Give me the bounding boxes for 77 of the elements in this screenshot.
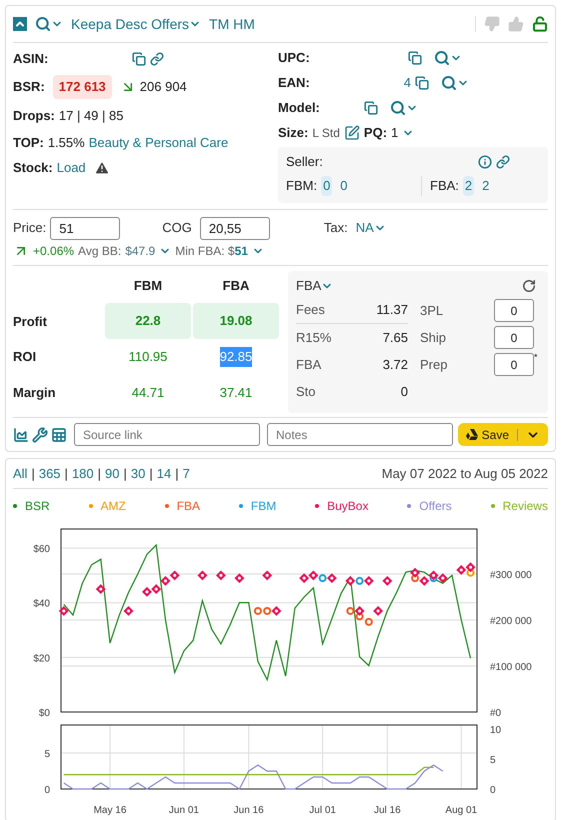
avg-bb-label: Avg BB:	[78, 243, 122, 260]
price-label: Price:	[13, 219, 46, 238]
table-cell-text: 110.95	[128, 348, 168, 366]
seller-label: Seller:	[286, 153, 323, 172]
bsr-rank: 172 613	[52, 75, 112, 99]
axis-label: #0	[490, 708, 502, 719]
axis-label: 5	[44, 749, 50, 760]
size-value: L Std	[312, 124, 340, 142]
fee-value: 0	[400, 382, 408, 401]
axis-label: Aug 01	[445, 805, 478, 816]
axis-label: $0	[38, 708, 50, 719]
avg-bb-value: $47.9	[125, 243, 156, 260]
axis-label: $60	[33, 544, 50, 556]
field-label: Model:	[278, 98, 320, 117]
top-percent: 1.55%	[48, 134, 85, 152]
drops-value: 17 | 49 | 85	[58, 107, 124, 126]
extra-fee-label: Ship	[420, 328, 446, 347]
range-separator: |	[124, 464, 127, 483]
field-label: Drops:	[13, 107, 55, 126]
extra-fee-label: 3PL	[420, 302, 444, 320]
range-separator: |	[98, 464, 102, 483]
axis-label: Jun 16	[234, 805, 264, 816]
min-fba-label: Min FBA: $	[175, 243, 235, 260]
column-header: FBM	[132, 277, 164, 296]
axis-label: 10	[490, 725, 502, 736]
range-separator: |	[175, 464, 179, 483]
axis-label: 5	[490, 755, 496, 766]
axis-label: Jul 16	[374, 805, 401, 816]
field-label: ASIN:	[13, 50, 48, 68]
fee-label: Fees	[296, 301, 325, 320]
table-cell-text: 37.41	[220, 384, 252, 402]
extra-fee-label: Prep	[420, 356, 448, 374]
fee-value: 11.37	[376, 301, 408, 320]
field-label: TOP:	[13, 134, 44, 152]
fee-value: 3.72	[382, 356, 408, 374]
fee-label: Sto	[296, 382, 316, 401]
min-fba-value: 51	[234, 243, 248, 260]
fee-label: R15%	[296, 328, 332, 347]
axis-label: $40	[33, 598, 50, 610]
tax-label: Tax:	[324, 219, 348, 238]
field-label: BSR:	[13, 78, 45, 96]
field-label: EAN:	[278, 74, 310, 92]
date-range: May 07 2022 to Aug 05 2022	[382, 464, 548, 483]
axis-label: Jul 01	[309, 805, 336, 816]
field-label: Stock:	[13, 158, 53, 177]
column-header: FBA	[222, 277, 250, 296]
table-cell-text: 44.71	[132, 384, 164, 402]
axis-label: May 16	[94, 805, 126, 816]
profit-cell: 22.8	[105, 303, 191, 339]
table-cell: 92.85	[220, 347, 252, 367]
axis-label: #200 000	[490, 616, 532, 628]
field-label: Size:	[278, 124, 308, 142]
range-separator: |	[31, 464, 35, 483]
axis-label: 0	[44, 785, 50, 796]
axis-label: 0	[490, 785, 496, 796]
fee-label: FBA	[296, 356, 322, 374]
fba-label: FBA:	[430, 177, 459, 196]
range-separator: |	[149, 464, 153, 483]
axis-label: #100 000	[490, 662, 532, 674]
row-label: ROI	[13, 348, 36, 366]
axis-label: $20	[33, 653, 50, 664]
pq-value: 1	[391, 124, 398, 142]
footnote-mark: *	[534, 351, 539, 364]
row-label: Profit	[13, 313, 47, 331]
range-separator: |	[64, 464, 68, 483]
profit-cell: 19.08	[193, 303, 279, 339]
cog-label: COG	[162, 219, 192, 238]
axis-label: #300 000	[490, 570, 532, 582]
field-label: UPC:	[278, 48, 310, 67]
field-label: PQ:	[364, 124, 388, 142]
price-change: +0.06%	[33, 243, 74, 260]
ean-value: 4	[404, 74, 412, 92]
fee-value: 7.65	[382, 328, 408, 347]
fbm-label: FBM:	[286, 177, 318, 196]
previous-rank: 206 904	[140, 78, 187, 96]
row-label: Margin	[13, 384, 56, 402]
axis-label: Jun 01	[168, 805, 199, 816]
